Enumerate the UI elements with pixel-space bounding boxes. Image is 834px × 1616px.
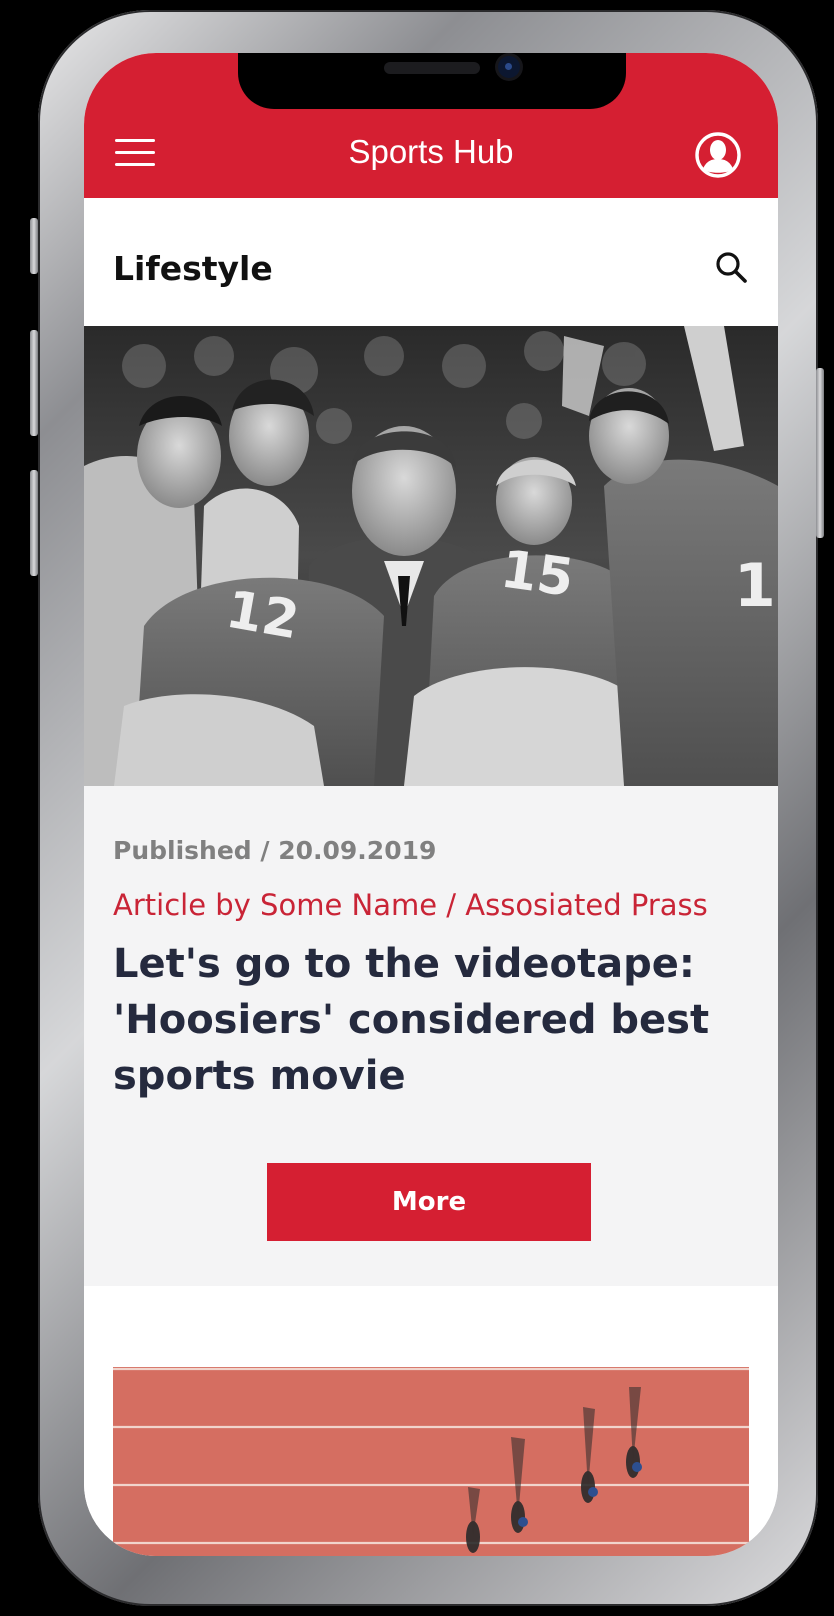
svg-text:15: 15: [497, 539, 577, 608]
user-profile-icon[interactable]: [694, 131, 742, 179]
article-byline[interactable]: Article by Some Name / Assosiated Prass: [113, 888, 708, 922]
silent-switch: [30, 218, 38, 274]
section-title: Lifestyle: [113, 249, 273, 288]
earpiece-speaker: [384, 62, 480, 74]
article-headline[interactable]: Let's go to the videotape: 'Hoosiers' co…: [113, 936, 733, 1104]
phone-screen: Sports Hub Lifestyle 12 15 1 Published /…: [84, 53, 778, 1556]
next-article-card[interactable]: [84, 1286, 778, 1556]
volume-down-button: [30, 470, 38, 576]
svg-text:1: 1: [734, 551, 776, 621]
next-article-image: [113, 1367, 749, 1556]
svg-text:12: 12: [222, 580, 304, 652]
volume-up-button: [30, 330, 38, 436]
search-icon[interactable]: [714, 250, 748, 284]
power-button: [816, 368, 824, 538]
front-camera: [498, 56, 520, 78]
published-date: Published / 20.09.2019: [113, 836, 437, 865]
article-card[interactable]: 12 15 1 Published / 20.09.2019 Article b…: [84, 326, 778, 1286]
app-title: Sports Hub: [348, 133, 514, 170]
section-bar: Lifestyle: [84, 198, 778, 326]
notch: [238, 53, 626, 109]
more-button[interactable]: More: [267, 1163, 591, 1241]
article-image: 12 15 1: [84, 326, 778, 786]
